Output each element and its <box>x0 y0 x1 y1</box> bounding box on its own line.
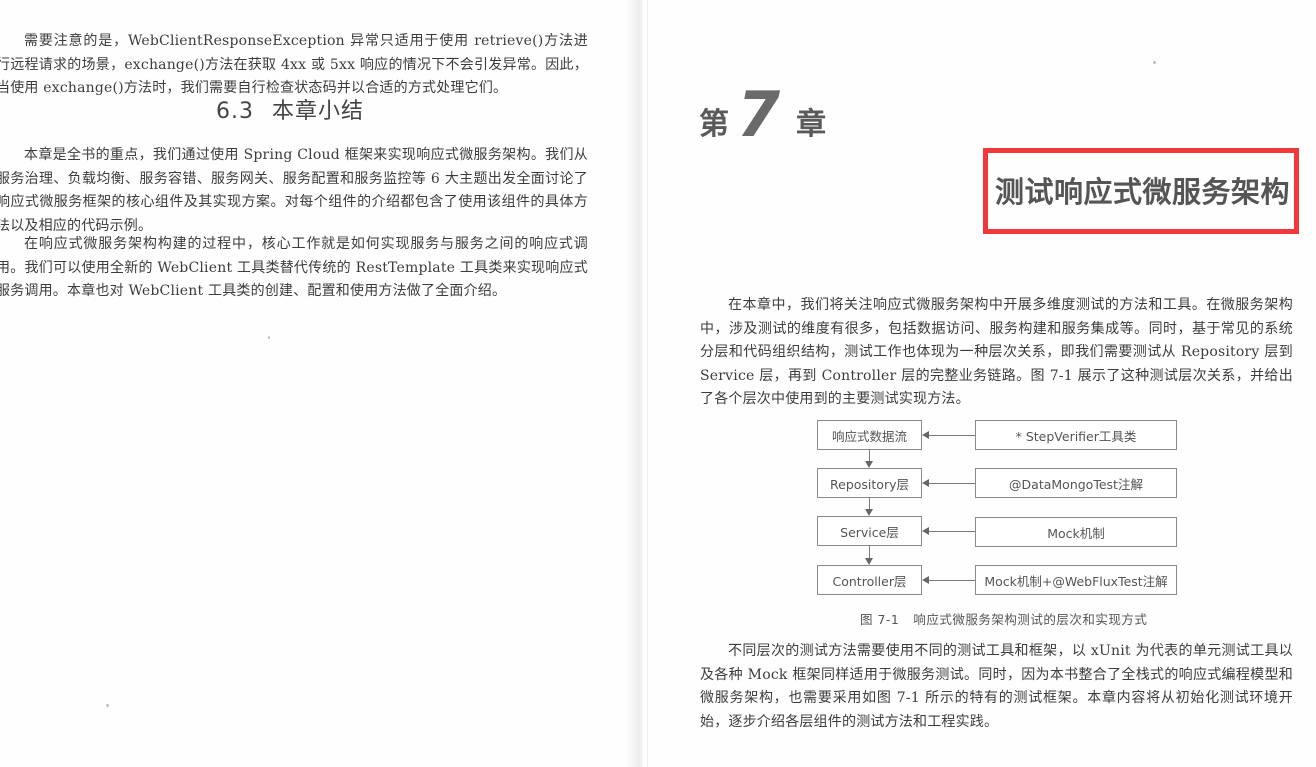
connector-line <box>926 483 975 484</box>
method-box-datamongotest: @DataMongoTest注解 <box>975 468 1177 498</box>
arrow-left-icon <box>922 576 929 584</box>
arrow-left-icon <box>922 527 929 535</box>
connector-line <box>869 546 870 558</box>
layer-box-controller: Controller层 <box>817 565 922 595</box>
section-number: 6.3 <box>216 99 254 124</box>
connector-line <box>926 531 975 532</box>
arrow-left-icon <box>922 431 929 439</box>
figure-caption: 图 7-1 响应式微服务架构测试的层次和实现方式 <box>860 609 1147 628</box>
connector-line <box>869 450 870 461</box>
arrow-left-icon <box>922 479 929 487</box>
connector-line <box>926 580 975 581</box>
layer-box-reactive-stream: 响应式数据流 <box>817 420 922 450</box>
chapter-prefix: 第 <box>699 107 729 142</box>
figure-number: 图 7-1 <box>860 612 900 627</box>
layer-box-service: Service层 <box>817 516 922 546</box>
method-box-mock: Mock机制 <box>975 517 1177 547</box>
chapter-label: 第7章 <box>699 78 826 151</box>
layer-box-repository: Repository层 <box>817 468 922 498</box>
method-box-mock-webfluxtest: Mock机制+@WebFluxTest注解 <box>975 565 1177 595</box>
chapter-title-highlight-box: 测试响应式微服务架构 <box>983 148 1299 234</box>
paragraph-chapter-intro: 在本章中，我们将关注响应式微服务架构中开展多维度测试的方法和工具。在微服务架构中… <box>700 297 1293 407</box>
section-heading: 6.3 本章小结 <box>216 93 364 125</box>
arrow-down-icon <box>865 558 873 565</box>
method-box-stepverifier: * StepVerifier工具类 <box>975 420 1177 450</box>
scan-speck <box>268 336 270 339</box>
paragraph-exception-note: 需要注意的是，WebClientResponseException 异常只适用于… <box>0 33 588 96</box>
chapter-title: 测试响应式微服务架构 <box>994 175 1290 209</box>
arrow-down-icon <box>865 461 873 468</box>
figure-caption-text: 响应式微服务架构测试的层次和实现方式 <box>913 612 1148 627</box>
arrow-down-icon <box>865 509 873 516</box>
chapter-suffix: 章 <box>796 107 827 142</box>
section-title: 本章小结 <box>272 99 365 124</box>
paragraph-testing-tools: 不同层次的测试方法需要使用不同的测试工具和框架，以 xUnit 为代表的单元测试… <box>700 643 1293 730</box>
connector-line <box>869 498 870 509</box>
paragraph-summary-1: 本章是全书的重点，我们通过使用 Spring Cloud 框架来实现响应式微服务… <box>0 147 588 234</box>
scan-speck <box>1153 61 1156 64</box>
paragraph-summary-2: 在响应式微服务架构构建的过程中，核心工作就是如何实现服务与服务之间的响应式调用。… <box>0 236 588 299</box>
page-gutter-shadow <box>625 0 643 767</box>
scan-speck <box>106 704 109 707</box>
chapter-number: 7 <box>737 78 780 151</box>
connector-line <box>926 435 975 436</box>
